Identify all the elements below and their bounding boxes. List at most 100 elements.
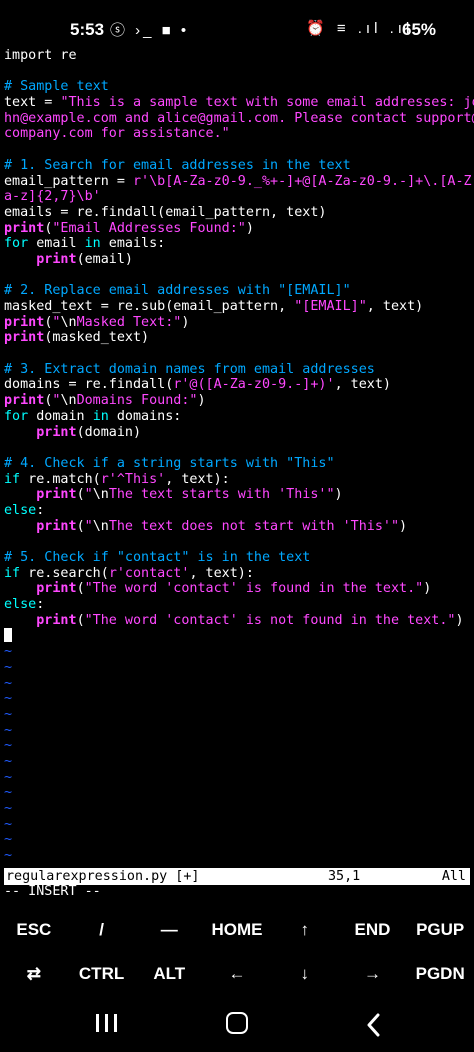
vim-filename: regularexpression.py [+]: [6, 869, 200, 884]
code-token: ": [84, 518, 93, 534]
recents-button[interactable]: [92, 1010, 122, 1040]
code-token: text =: [4, 95, 61, 111]
code-line: text = "This is a sample text with some …: [4, 95, 474, 111]
code-line: masked_text = re.sub(email_pattern, "[EM…: [4, 299, 474, 315]
code-token: hn@example.com and alice@gmail.com. Plea…: [4, 110, 474, 126]
code-token: emails:: [100, 236, 166, 252]
pgup-key[interactable]: PGUP: [406, 908, 474, 952]
code-token: (masked_text): [44, 330, 150, 346]
home-icon: [226, 1012, 248, 1034]
code-token: # 2. Replace email addresses with "[EMAI…: [4, 283, 351, 299]
code-token: :: [36, 502, 45, 518]
vim-mode-indicator: -- INSERT --: [4, 884, 101, 899]
code-token: ): [334, 487, 343, 503]
code-line: # 5. Check if "contact" is in the text: [4, 550, 474, 566]
code-token: Domains Found:": [76, 393, 198, 409]
back-button[interactable]: [360, 1010, 390, 1040]
code-line: else:: [4, 597, 474, 613]
code-token: print: [4, 393, 45, 409]
code-line: print(masked_text): [4, 330, 474, 346]
vim-cursor-position: 35,1: [328, 869, 361, 884]
code-token: The text does not start with 'This'": [108, 518, 400, 534]
extra-keys-bar: ESC / — HOME ↑ END PGUP ⇄ CTRL ALT ← ↓ →…: [0, 906, 474, 996]
empty-line-marker: ~: [4, 644, 13, 660]
code-token: masked_text = re.sub(email_pattern,: [4, 299, 295, 314]
vim-editor[interactable]: import re # Sample text text = "This is a …: [4, 48, 474, 864]
code-line: for email in emails:: [4, 236, 474, 252]
code-token: r'contact': [108, 565, 190, 581]
code-line: print("The word 'contact' is not found i…: [4, 613, 474, 629]
code-token: re.match(: [20, 471, 101, 487]
tab-key[interactable]: ⇄: [0, 952, 68, 996]
code-token: # 5. Check if "contact" is in the text: [4, 550, 311, 565]
code-token: print: [36, 487, 77, 503]
code-token: r'^This': [100, 471, 166, 487]
code-token: if: [4, 471, 21, 487]
code-line: print("\nDomains Found:"): [4, 393, 474, 409]
code-token: in: [92, 408, 109, 424]
code-token: email_pattern =: [4, 173, 133, 189]
code-line: # Sample text: [4, 79, 474, 95]
code-token: company.com for assistance.": [4, 126, 230, 142]
status-bar: 5:53 ⓢ ›_ ■ • ⏰ ≡ .ıl .ıl 65%: [0, 0, 474, 44]
code-line: print("\nMasked Text:"): [4, 315, 474, 331]
code-line: # 1. Search for email addresses in the t…: [4, 158, 474, 174]
code-line: for domain in domains:: [4, 409, 474, 425]
code-token: # Sample text: [4, 79, 109, 95]
code-line: print(email): [4, 252, 474, 268]
alt-key[interactable]: ALT: [135, 952, 203, 996]
code-token: "The word 'contact' is found in the text…: [84, 581, 424, 597]
code-token: print: [36, 518, 77, 534]
code-token: # 3. Extract domain names from email add…: [4, 361, 375, 377]
code-token: The text starts with 'This'": [108, 487, 335, 503]
empty-line-marker: ~: [4, 785, 13, 801]
code-token: "Email Addresses Found:": [52, 220, 246, 236]
code-token: , text): [366, 299, 424, 314]
slash-key[interactable]: /: [68, 908, 136, 952]
code-token: if: [4, 565, 21, 581]
arrow-right-key[interactable]: →: [339, 952, 407, 996]
code-token: print: [36, 251, 77, 267]
code-line: company.com for assistance.": [4, 126, 474, 142]
code-token: # 1. Search for email addresses in the t…: [4, 157, 351, 173]
empty-line-marker: ~: [4, 816, 13, 832]
code-line: # 2. Replace email addresses with "[EMAI…: [4, 283, 474, 299]
code-token: ": [84, 487, 93, 503]
code-token: "This is a sample text with some email a…: [60, 95, 474, 111]
arrow-up-key[interactable]: ↑: [271, 908, 339, 952]
code-token: ): [245, 220, 254, 236]
dash-key[interactable]: —: [135, 908, 203, 952]
arrow-down-key[interactable]: ↓: [271, 952, 339, 996]
ctrl-key[interactable]: CTRL: [68, 952, 136, 996]
code-line: print("\nThe text starts with 'This'"): [4, 487, 474, 503]
code-token: print: [36, 581, 77, 597]
code-line: else:: [4, 503, 474, 519]
code-line: import re: [4, 48, 474, 64]
code-line: print("Email Addresses Found:"): [4, 221, 474, 237]
code-token: print: [4, 314, 45, 330]
pgdn-key[interactable]: PGDN: [406, 952, 474, 996]
extra-keys-row-1: ESC / — HOME ↑ END PGUP: [0, 908, 474, 952]
home-key[interactable]: HOME: [203, 908, 271, 952]
code-token: , text): [334, 377, 391, 393]
code-token: (email): [76, 251, 133, 267]
code-line: a-z]{2,7}\b': [4, 189, 474, 205]
end-key[interactable]: END: [339, 908, 407, 952]
notification-icons: ⓢ ›_ ■ •: [110, 22, 190, 39]
home-button[interactable]: [224, 1010, 254, 1040]
vim-status-line: regularexpression.py [+] 35,1 All: [4, 868, 470, 885]
code-token: in: [84, 236, 101, 252]
esc-key[interactable]: ESC: [0, 908, 68, 952]
code-token: r'@([A-Za-z0-9.-]+)': [173, 377, 335, 393]
code-token: :: [36, 597, 45, 613]
recents-icon-bar: [114, 1014, 117, 1032]
arrow-left-key[interactable]: ←: [203, 952, 271, 996]
empty-line-marker: ~: [4, 659, 13, 675]
navigation-bar: [0, 996, 474, 1052]
